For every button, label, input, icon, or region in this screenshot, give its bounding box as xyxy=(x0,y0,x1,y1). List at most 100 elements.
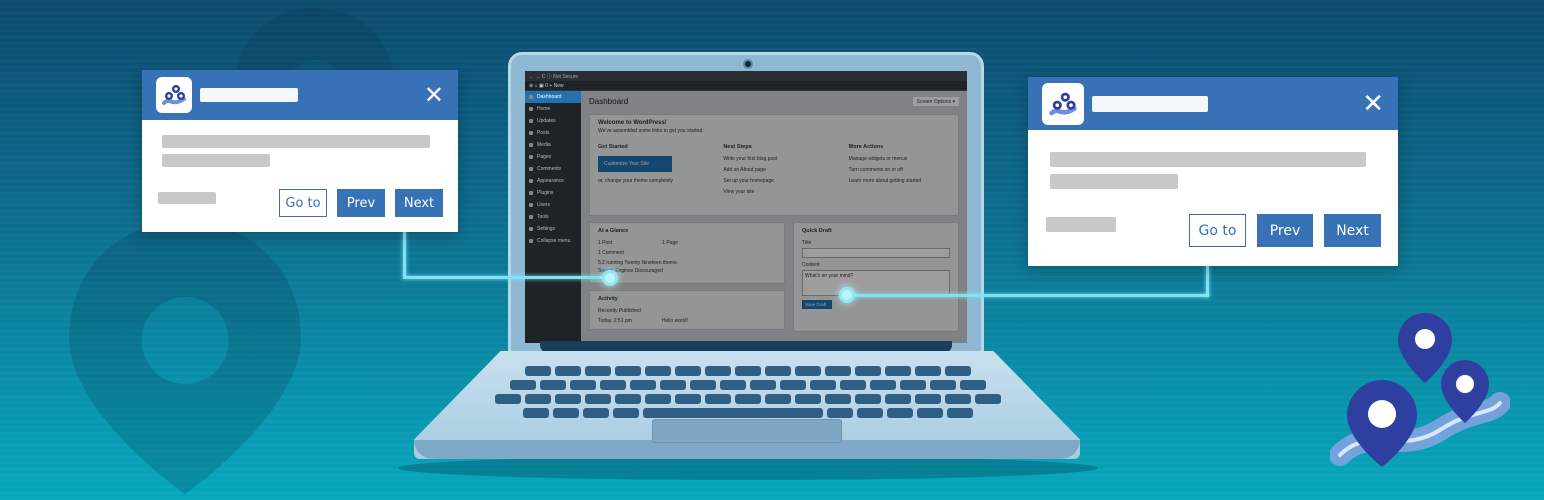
more-actions-heading: More Actions xyxy=(848,144,884,150)
laptop-keyboard xyxy=(478,366,1018,418)
glance-pages-link[interactable]: 1 Page xyxy=(662,240,678,246)
next-step-link[interactable]: Set up your homepage xyxy=(723,178,824,184)
sidebar-item-tools[interactable]: Tools xyxy=(525,211,581,223)
goto-button[interactable]: Go to xyxy=(279,189,327,217)
more-action-link[interactable]: Manage widgets or menus xyxy=(849,156,950,162)
tour-popup-right: ✕ Go to Prev Next xyxy=(1028,77,1398,266)
recently-published: Recently Published xyxy=(598,308,641,314)
sidebar-item-media[interactable]: Media xyxy=(525,139,581,151)
key xyxy=(855,394,881,404)
key xyxy=(857,408,883,418)
key xyxy=(555,366,581,376)
key xyxy=(495,394,521,404)
activity-post-link[interactable]: Hello world! xyxy=(662,318,688,324)
welcome-subtitle: We've assembled some links to get you st… xyxy=(598,128,704,134)
sidebar-item-dashboard[interactable]: Dashboard xyxy=(525,91,581,103)
draft-content-textarea[interactable]: What's on your mind? xyxy=(802,270,950,296)
background-pin-icon xyxy=(69,221,301,495)
at-a-glance-title: At a Glance xyxy=(598,228,629,234)
sidebar-item-comments[interactable]: Comments xyxy=(525,163,581,175)
next-steps-column: Next Steps Write your first blog post Ad… xyxy=(723,144,824,200)
sidebar-item-settings[interactable]: Settings xyxy=(525,223,581,235)
key xyxy=(645,394,671,404)
customize-site-button[interactable]: Customize Your Site xyxy=(598,156,672,172)
key xyxy=(523,408,549,418)
key xyxy=(705,394,731,404)
glance-posts-link[interactable]: 1 Post xyxy=(598,240,612,246)
map-pins-logo-icon xyxy=(1330,313,1510,467)
key xyxy=(585,394,611,404)
brand-logo-icon xyxy=(156,77,192,113)
activity-time: Today, 2:51 pm xyxy=(598,318,632,324)
key xyxy=(525,366,551,376)
popup-text-placeholder xyxy=(162,154,270,167)
key xyxy=(870,380,896,390)
glance-comments-link[interactable]: 1 Comment xyxy=(598,250,776,256)
connector-line-right-vertical xyxy=(1206,266,1209,297)
sidebar-item-appearance[interactable]: Appearance xyxy=(525,175,581,187)
glance-search-engines[interactable]: Search Engines Discouraged xyxy=(598,268,776,274)
change-theme-link[interactable]: or, change your theme completely xyxy=(598,178,699,184)
welcome-title: Welcome to WordPress! xyxy=(598,120,667,126)
save-draft-button[interactable]: Save Draft xyxy=(802,300,832,309)
key xyxy=(585,366,611,376)
glance-running: 5.2 running Twenty Nineteen theme. xyxy=(598,260,679,266)
next-button[interactable]: Next xyxy=(1324,214,1381,247)
prev-button[interactable]: Prev xyxy=(337,189,385,217)
close-icon[interactable]: ✕ xyxy=(424,83,444,107)
connector-line-left-horizontal xyxy=(403,276,609,279)
wp-admin-bar[interactable]: ⊕ ⌂ ▣ 0 + New xyxy=(525,81,967,91)
close-icon[interactable]: ✕ xyxy=(1362,91,1384,117)
key xyxy=(735,366,761,376)
key xyxy=(945,394,971,404)
spacebar-key xyxy=(643,408,823,418)
sidebar-item-posts[interactable]: Posts xyxy=(525,127,581,139)
key xyxy=(810,380,836,390)
key xyxy=(945,366,971,376)
goto-button[interactable]: Go to xyxy=(1189,214,1246,247)
step-counter-placeholder xyxy=(158,192,216,204)
key xyxy=(765,394,791,404)
key xyxy=(615,366,641,376)
quick-draft-title: Quick Draft xyxy=(802,228,832,234)
prev-button[interactable]: Prev xyxy=(1257,214,1313,247)
key xyxy=(780,380,806,390)
sidebar-item-home[interactable]: Home xyxy=(525,103,581,115)
more-action-link[interactable]: Learn more about getting started xyxy=(849,178,950,184)
next-step-link[interactable]: Add an About page xyxy=(723,167,824,173)
sidebar-item-pages[interactable]: Pages xyxy=(525,151,581,163)
wp-sidebar: Dashboard Home Updates Posts Media Pages… xyxy=(525,91,581,343)
connector-dot-right xyxy=(839,287,855,303)
sidebar-item-updates[interactable]: Updates xyxy=(525,115,581,127)
sidebar-item-collapse[interactable]: Collapse menu xyxy=(525,235,581,247)
key xyxy=(960,380,986,390)
screen-options-button[interactable]: Screen Options ▾ xyxy=(912,97,959,106)
key xyxy=(705,366,731,376)
laptop-shadow xyxy=(398,456,1098,480)
draft-title-input[interactable] xyxy=(802,248,950,258)
key xyxy=(887,408,913,418)
popup-header: ✕ xyxy=(142,70,458,120)
more-action-link[interactable]: Turn comments on or off xyxy=(849,167,950,173)
key xyxy=(660,380,686,390)
page-title: Dashboard xyxy=(589,97,629,106)
key xyxy=(630,380,656,390)
brand-logo-icon xyxy=(1042,82,1084,125)
wp-main-content: Dashboard Screen Options ▾ Welcome to Wo… xyxy=(581,91,967,343)
key xyxy=(675,394,701,404)
next-step-link[interactable]: Write your first blog post xyxy=(723,156,824,162)
key xyxy=(917,408,943,418)
at-a-glance-panel: At a Glance 1 Post 1 Page 1 Comment 5.2 … xyxy=(589,222,785,284)
next-button[interactable]: Next xyxy=(395,189,443,217)
key xyxy=(553,408,579,418)
key xyxy=(795,366,821,376)
popup-title-placeholder xyxy=(1092,95,1208,112)
key xyxy=(765,366,791,376)
sidebar-item-plugins[interactable]: Plugins xyxy=(525,187,581,199)
browser-address-bar[interactable]: ← → C ⓘ Not Secure xyxy=(525,71,967,81)
more-actions-column: More Actions Manage widgets or menus Tur… xyxy=(849,144,950,200)
popup-header: ✕ xyxy=(1028,77,1398,130)
popup-title-placeholder xyxy=(200,88,298,102)
next-step-link[interactable]: View your site xyxy=(723,189,824,195)
sidebar-item-users[interactable]: Users xyxy=(525,199,581,211)
